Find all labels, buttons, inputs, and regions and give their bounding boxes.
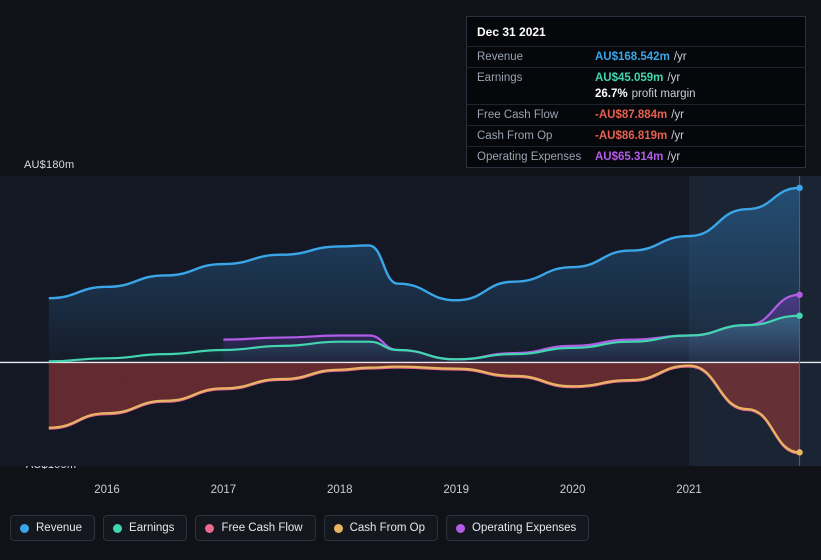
financial-chart-widget: AU$180m AU$0 -AU$100m 201620172018201920…: [0, 0, 821, 560]
tooltip-row-label: Cash From Op: [477, 130, 553, 142]
legend-color-dot: [20, 523, 29, 533]
tooltip-date: Dec 31 2021: [477, 25, 546, 39]
tooltip-row-label: Revenue: [477, 51, 524, 63]
tooltip-row-label: Free Cash Flow: [477, 109, 559, 121]
tooltip-row-value: -AU$86.819m: [595, 130, 668, 142]
tooltip-rows: Revenue AU$168.542m/yr Earnings AU$45.059m /…: [467, 46, 805, 167]
tooltip-row-unit: /yr: [667, 151, 681, 163]
tooltip-row-value: AU$168.542m: [595, 51, 670, 63]
tooltip-row-label: Earnings: [477, 72, 523, 84]
legend-color-dot: [205, 523, 215, 533]
tooltip-row-value: AU$45.059m: [595, 72, 664, 84]
x-axis: 2016 2017 2018 2019 2020 2021: [0, 484, 821, 502]
tooltip-row-value: 26.7%: [595, 88, 628, 100]
tooltip-row-unit: /yr: [671, 130, 685, 142]
legend-item-revenue[interactable]: Revenue: [10, 515, 96, 541]
legend-item-free-cash-flow[interactable]: Free Cash Flow: [195, 515, 316, 541]
x-axis-tick-label: 2016: [94, 484, 120, 496]
legend-item-label: Revenue: [36, 522, 83, 534]
tooltip-row: Free Cash Flow -AU$87.884m/yr: [467, 104, 805, 125]
legend-item-label: Earnings: [129, 522, 175, 534]
tooltip-row-unit: /yr: [667, 72, 681, 84]
chart-legend: Revenue Earnings Free Cash Flow Cash From O…: [10, 515, 590, 541]
tooltip-row-unit: /yr: [673, 51, 687, 63]
y-axis-label-top: AU$180m: [24, 159, 75, 171]
tooltip-row: Earnings AU$45.059m/yr: [467, 67, 805, 88]
legend-color-dot: [113, 523, 123, 533]
legend-color-dot: [456, 523, 466, 533]
legend-item-label: Operating Expenses: [472, 522, 577, 534]
tooltip-row-unit: profit margin: [631, 88, 696, 100]
tooltip-row: Cash From Op -AU$86.819m/yr: [467, 125, 805, 146]
tooltip-row-unit: /yr: [671, 109, 685, 121]
tooltip-row-label: Operating Expenses: [477, 151, 582, 163]
x-axis-tick-label: 2018: [327, 484, 353, 496]
tooltip-row: 26.7% profit margin: [467, 88, 805, 104]
tooltip-row: Revenue AU$168.542m/yr: [467, 46, 805, 67]
legend-item-operating-expenses[interactable]: Operating Expenses: [446, 515, 590, 541]
tooltip-row: Operating Expenses AU$65.314m/yr: [467, 146, 805, 167]
chart-svg: [0, 176, 821, 466]
chart-plot-area: [0, 176, 821, 466]
legend-item-cash-from-op[interactable]: Cash From Op: [323, 515, 439, 541]
legend-item-earnings[interactable]: Earnings: [103, 515, 188, 541]
legend-item-label: Cash From Op: [349, 522, 426, 534]
tooltip-row-value: -AU$87.884m: [595, 109, 668, 121]
x-axis-tick-label: 2019: [443, 484, 469, 496]
legend-color-dot: [333, 523, 343, 533]
legend-item-label: Free Cash Flow: [221, 522, 303, 534]
x-axis-tick-label: 2020: [559, 484, 586, 496]
tooltip-panel: Dec 31 2021 Revenue AU$168.542m/yr Earning…: [466, 16, 806, 168]
x-axis-tick-label: 2017: [210, 484, 237, 496]
x-axis-tick-label: 2021: [676, 484, 702, 496]
tooltip-row-value: AU$65.314m: [595, 151, 664, 163]
